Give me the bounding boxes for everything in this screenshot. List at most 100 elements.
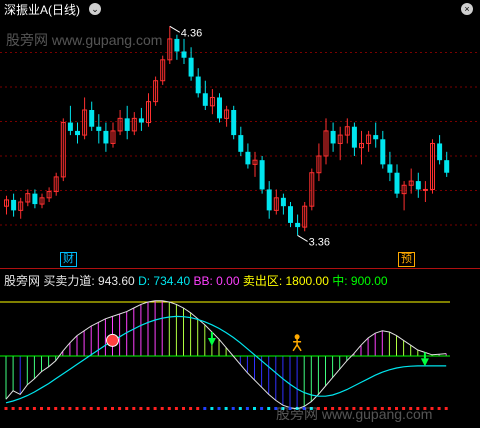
chart-window: 4.36 3.36 深振业A(日线) ⌄ × 股旁网 www.gupang.com… bbox=[0, 0, 480, 428]
candle-body bbox=[188, 57, 194, 77]
badge-forecast[interactable]: 预 bbox=[398, 252, 415, 267]
period-label: (日线) bbox=[48, 3, 81, 17]
candle-body bbox=[195, 76, 201, 94]
buy-ball-icon bbox=[106, 333, 119, 347]
signal-dot bbox=[75, 407, 79, 410]
signal-dot bbox=[25, 407, 29, 410]
candle-body bbox=[422, 188, 428, 191]
candle-body bbox=[138, 118, 144, 123]
signal-dot bbox=[160, 407, 164, 410]
signal-dot bbox=[260, 407, 264, 410]
candle-body bbox=[124, 118, 130, 131]
legend-sell-zone: 卖出区: 1800.00 bbox=[242, 274, 329, 288]
legend-bb: BB: 0.00 bbox=[193, 274, 240, 288]
signal-dot bbox=[444, 407, 448, 410]
signal-dot bbox=[245, 407, 249, 410]
signal-dot bbox=[61, 407, 65, 410]
runner-figure bbox=[292, 338, 302, 352]
candle-body bbox=[266, 189, 272, 211]
watermark: 股旁网 www.gupang.com bbox=[276, 406, 433, 422]
candle-body bbox=[444, 160, 450, 173]
signal-dot bbox=[167, 407, 171, 410]
low-pointer bbox=[297, 235, 308, 242]
d-line bbox=[5, 315, 447, 404]
signal-dot bbox=[210, 407, 214, 410]
signal-dot bbox=[267, 407, 271, 410]
legend-buysell: 买卖力道: 943.60 bbox=[43, 274, 135, 288]
signal-dot bbox=[96, 407, 100, 410]
signal-dot bbox=[82, 407, 86, 410]
candle-body bbox=[437, 143, 443, 161]
candle-body bbox=[217, 97, 222, 119]
signal-dot bbox=[103, 407, 107, 410]
candle-body bbox=[288, 206, 293, 223]
signal-dot bbox=[18, 407, 22, 410]
chart-title: 深振业A(日线) bbox=[4, 1, 80, 18]
candle-body bbox=[295, 222, 301, 228]
candle-body bbox=[103, 130, 109, 144]
signal-dot bbox=[231, 407, 235, 410]
candle-body bbox=[394, 172, 400, 194]
signal-dot bbox=[40, 407, 43, 410]
candle-body bbox=[202, 93, 208, 106]
down-arrow-icon bbox=[207, 338, 216, 346]
signal-dot bbox=[68, 407, 72, 410]
candle-body bbox=[174, 38, 180, 52]
candle-body bbox=[181, 51, 187, 58]
signal-dot bbox=[125, 407, 129, 410]
candle-body bbox=[32, 193, 38, 205]
candle-body bbox=[259, 160, 265, 190]
candle-body bbox=[89, 110, 95, 127]
signal-dot bbox=[174, 407, 178, 410]
signal-dot bbox=[224, 407, 228, 410]
indicator-name: 股旁网 bbox=[4, 274, 41, 288]
signal-dot bbox=[32, 407, 36, 410]
signal-dot bbox=[238, 407, 242, 410]
candle-body bbox=[387, 164, 393, 173]
signal-dot bbox=[203, 407, 207, 410]
symbol-name: 深振业A bbox=[4, 3, 49, 17]
signal-dot bbox=[437, 407, 441, 410]
high-price-label: 4.36 bbox=[181, 27, 202, 39]
signal-dot bbox=[89, 407, 93, 410]
signal-dot bbox=[4, 407, 8, 410]
candle-body bbox=[373, 135, 379, 140]
legend-mid: 中: 900.00 bbox=[332, 274, 388, 288]
badge-finance[interactable]: 财 bbox=[60, 252, 77, 267]
signal-dot bbox=[153, 407, 157, 410]
signal-dot bbox=[111, 407, 114, 410]
candle-body bbox=[231, 110, 237, 136]
high-pointer bbox=[169, 25, 181, 33]
low-price-label: 3.36 bbox=[309, 236, 330, 248]
signal-dot bbox=[132, 407, 136, 410]
candle-body bbox=[11, 199, 17, 211]
down-arrow-icon bbox=[420, 358, 429, 367]
signal-dot bbox=[253, 407, 256, 410]
chevron-down-icon[interactable]: ⌄ bbox=[89, 3, 101, 15]
candle-body bbox=[75, 130, 80, 136]
signal-dot bbox=[182, 407, 185, 410]
candle-body bbox=[238, 135, 244, 152]
candle-body bbox=[330, 130, 336, 144]
signal-dot bbox=[118, 407, 122, 410]
candle-body bbox=[380, 139, 386, 165]
legend-d: D: 734.40 bbox=[138, 274, 191, 288]
candle-body bbox=[96, 126, 102, 131]
candle-body bbox=[280, 197, 286, 207]
candle-body bbox=[245, 151, 251, 165]
panel-divider bbox=[0, 268, 480, 269]
close-icon[interactable]: × bbox=[461, 3, 473, 15]
signal-dot bbox=[196, 407, 200, 410]
signal-dot bbox=[139, 407, 143, 410]
signal-dot bbox=[189, 407, 193, 410]
signal-dot bbox=[217, 407, 221, 410]
candle-body bbox=[415, 181, 421, 190]
indicator-legend: 股旁网 买卖力道: 943.60 D: 734.40 BB: 0.00 卖出区:… bbox=[4, 272, 388, 289]
candle-body bbox=[351, 126, 357, 148]
signal-dot bbox=[146, 407, 150, 410]
watermark: 股旁网 www.gupang.com bbox=[6, 32, 163, 48]
signal-dot bbox=[47, 407, 51, 410]
signal-dot bbox=[11, 407, 15, 410]
candle-body bbox=[67, 122, 73, 131]
signal-dot bbox=[54, 407, 58, 410]
